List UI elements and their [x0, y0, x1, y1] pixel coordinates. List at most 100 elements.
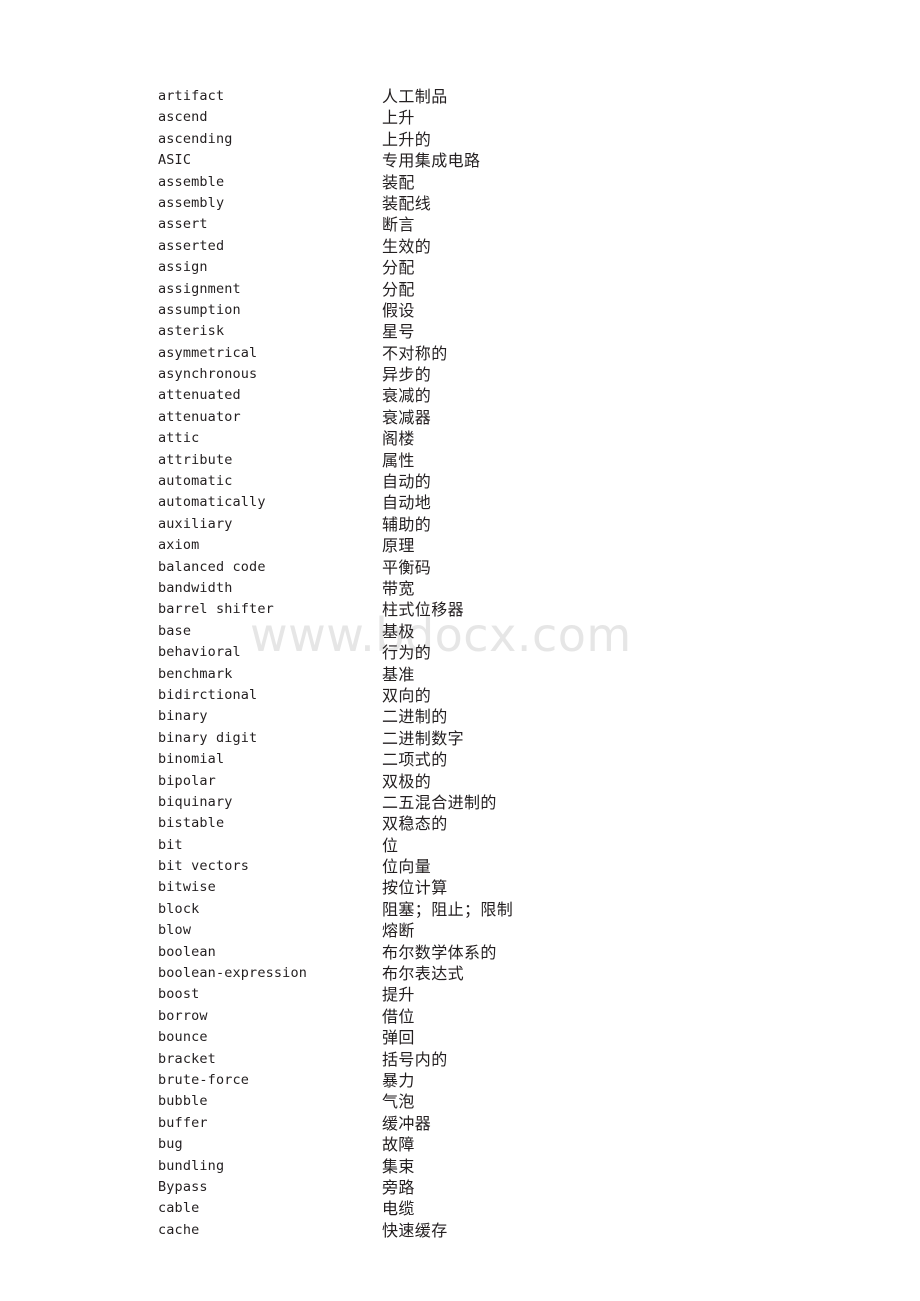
glossary-term: assemble: [158, 173, 225, 190]
glossary-entry: bundling 集束: [0, 1156, 920, 1177]
glossary-entry: bug 故障: [0, 1134, 920, 1155]
glossary-definition: 基准: [382, 664, 415, 684]
glossary-definition: 柱式位移器: [382, 600, 465, 620]
glossary-entry: bidirctional 双向的: [0, 685, 920, 706]
glossary-term: boolean: [158, 943, 216, 960]
glossary-entry: bit 位: [0, 835, 920, 856]
glossary-term: ASIC: [158, 152, 192, 169]
glossary-definition: 布尔表达式: [382, 964, 465, 984]
glossary-entry: ascending 上升的: [0, 129, 920, 150]
glossary-entry: ascend 上升: [0, 107, 920, 128]
glossary-definition: 熔断: [382, 921, 415, 941]
glossary-entry: asymmetrical 不对称的: [0, 343, 920, 364]
glossary-definition: 阁楼: [382, 429, 415, 449]
glossary-definition: 借位: [382, 1006, 415, 1026]
glossary-entry: assembly 装配线: [0, 193, 920, 214]
glossary-definition: 括号内的: [382, 1049, 448, 1069]
glossary-definition: 衰减器: [382, 407, 432, 427]
glossary-entry: ASIC 专用集成电路: [0, 150, 920, 171]
glossary-term: cable: [158, 1200, 200, 1217]
glossary-term: binary digit: [158, 729, 258, 746]
glossary-term: binary: [158, 708, 208, 725]
glossary-entry: bistable 双稳态的: [0, 813, 920, 834]
glossary-definition: 分配: [382, 279, 415, 299]
glossary-term: bit vectors: [158, 858, 250, 875]
glossary-entry: barrel shifter 柱式位移器: [0, 599, 920, 620]
glossary-term: buffer: [158, 1114, 208, 1131]
glossary-entry: brute-force 暴力: [0, 1070, 920, 1091]
glossary-definition: 属性: [382, 450, 415, 470]
glossary-definition: 二进制的: [382, 707, 448, 727]
glossary-entry: bounce 弹回: [0, 1027, 920, 1048]
glossary-entry: base 基极: [0, 621, 920, 642]
glossary-entry: attenuator 衰减器: [0, 407, 920, 428]
glossary-definition: 二五混合进制的: [382, 792, 497, 812]
glossary-entry: axiom 原理: [0, 535, 920, 556]
glossary-entry: asterisk 星号: [0, 321, 920, 342]
glossary-term: bitwise: [158, 879, 216, 896]
glossary-term: bracket: [158, 1050, 216, 1067]
glossary-definition: 布尔数学体系的: [382, 942, 497, 962]
glossary-term: ascend: [158, 109, 208, 126]
glossary-entry: cache 快速缓存: [0, 1220, 920, 1241]
glossary-entry: assign 分配: [0, 257, 920, 278]
glossary-definition: 缓冲器: [382, 1113, 432, 1133]
glossary-entry: asynchronous 异步的: [0, 364, 920, 385]
glossary-term: bit: [158, 836, 183, 853]
glossary-entry: bipolar 双极的: [0, 771, 920, 792]
glossary-term: assembly: [158, 194, 225, 211]
glossary-definition: 气泡: [382, 1092, 415, 1112]
glossary-definition: 按位计算: [382, 878, 448, 898]
glossary-entry: bubble 气泡: [0, 1091, 920, 1112]
glossary-term: asymmetrical: [158, 344, 258, 361]
glossary-entry: artifact 人工制品: [0, 86, 920, 107]
glossary-definition: 带宽: [382, 578, 415, 598]
glossary-term: binomial: [158, 751, 225, 768]
glossary-term: attenuator: [158, 408, 241, 425]
glossary-term: attenuated: [158, 387, 241, 404]
glossary-term: assignment: [158, 280, 241, 297]
glossary-definition: 人工制品: [382, 87, 448, 106]
glossary-entry: bit vectors 位向量: [0, 856, 920, 877]
glossary-definition: 原理: [382, 536, 415, 556]
glossary-definition: 提升: [382, 985, 415, 1005]
glossary-definition: 断言: [382, 215, 415, 235]
glossary-term: automatic: [158, 473, 233, 490]
glossary-term: asterisk: [158, 323, 225, 340]
glossary-definition: 二项式的: [382, 750, 448, 770]
glossary-entry: assumption 假设: [0, 300, 920, 321]
glossary-term: bipolar: [158, 772, 216, 789]
glossary-definition: 双向的: [382, 685, 432, 705]
glossary-term: assign: [158, 259, 208, 276]
glossary-definition: 衰减的: [382, 386, 432, 406]
glossary-definition: 假设: [382, 300, 415, 320]
glossary-definition: 不对称的: [382, 343, 448, 363]
glossary-definition: 电缆: [382, 1199, 415, 1219]
glossary-term: bubble: [158, 1093, 208, 1110]
glossary-definition: 装配线: [382, 193, 432, 213]
glossary-term: automatically: [158, 494, 266, 511]
glossary-term: boolean-expression: [158, 965, 307, 982]
glossary-term: ascending: [158, 130, 233, 147]
glossary-definition: 集束: [382, 1156, 415, 1176]
glossary-definition: 生效的: [382, 236, 432, 256]
glossary-entry: boolean-expression 布尔表达式: [0, 963, 920, 984]
glossary-term: Bypass: [158, 1178, 208, 1195]
glossary-definition: 阻塞；阻止；限制: [382, 899, 514, 919]
glossary-term: axiom: [158, 537, 200, 554]
glossary-definition: 位: [382, 835, 399, 855]
glossary-entry: biquinary 二五混合进制的: [0, 792, 920, 813]
glossary-entry: asserted 生效的: [0, 236, 920, 257]
glossary-entry: bandwidth 带宽: [0, 578, 920, 599]
glossary-definition: 位向量: [382, 857, 432, 877]
glossary-term: behavioral: [158, 644, 241, 661]
glossary-definition: 双极的: [382, 771, 432, 791]
glossary-entry: assert 断言: [0, 214, 920, 235]
glossary-term: bandwidth: [158, 579, 233, 596]
glossary-definition: 自动地: [382, 493, 432, 513]
glossary-entry: automatic 自动的: [0, 471, 920, 492]
glossary-entry: bitwise 按位计算: [0, 877, 920, 898]
glossary-term: blow: [158, 922, 192, 939]
glossary-entry: balanced code 平衡码: [0, 557, 920, 578]
glossary-definition: 上升的: [382, 129, 432, 149]
